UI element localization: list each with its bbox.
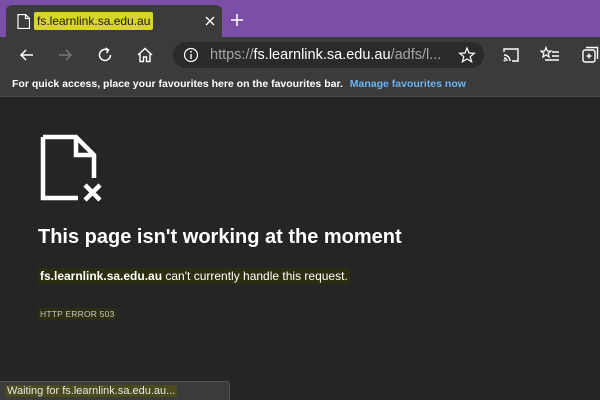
info-icon[interactable] — [183, 47, 199, 63]
home-icon[interactable] — [135, 45, 155, 65]
tab-strip: fs.learnlink.sa.edu.au — [0, 0, 600, 37]
status-text: Waiting for fs.learnlink.sa.edu.au... — [5, 385, 178, 397]
url-path: /adfs/l... — [390, 47, 442, 63]
url-text[interactable]: https://fs.learnlink.sa.edu.au/adfs/l... — [210, 46, 450, 64]
status-bar: Waiting for fs.learnlink.sa.edu.au... — [0, 381, 230, 400]
address-bar[interactable]: https://fs.learnlink.sa.edu.au/adfs/l... — [173, 42, 484, 68]
url-host: fs.learnlink.sa.edu.au — [253, 47, 391, 63]
favourites-bar: For quick access, place your favourites … — [0, 73, 600, 97]
error-page: This page isn't working at the moment fs… — [0, 98, 600, 400]
error-host: fs.learnlink.sa.edu.au — [40, 269, 163, 283]
browser-toolbar: https://fs.learnlink.sa.edu.au/adfs/l... — [0, 37, 600, 73]
favourites-list-icon[interactable] — [540, 45, 560, 65]
tab-title: fs.learnlink.sa.edu.au — [34, 12, 154, 30]
collections-icon[interactable] — [580, 45, 600, 65]
url-scheme: https:// — [210, 47, 254, 63]
manage-favourites-link[interactable]: Manage favourites now — [350, 78, 466, 90]
back-arrow-icon[interactable] — [17, 45, 37, 65]
error-description: fs.learnlink.sa.edu.au can't currently h… — [38, 268, 350, 284]
plus-icon[interactable] — [229, 12, 245, 28]
forward-arrow-icon[interactable] — [55, 45, 75, 65]
close-icon[interactable] — [202, 13, 218, 29]
page-icon — [17, 14, 30, 29]
favourites-prompt: For quick access, place your favourites … — [12, 78, 343, 90]
error-code: HTTP ERROR 503 — [38, 308, 117, 320]
cast-icon[interactable] — [501, 45, 521, 65]
error-title: This page isn't working at the moment — [38, 226, 402, 248]
error-message: can't currently handle this request. — [162, 269, 348, 283]
refresh-icon[interactable] — [95, 45, 115, 65]
broken-document-icon — [40, 134, 102, 202]
star-icon[interactable] — [458, 46, 476, 64]
tab-active[interactable]: fs.learnlink.sa.edu.au — [6, 5, 222, 37]
